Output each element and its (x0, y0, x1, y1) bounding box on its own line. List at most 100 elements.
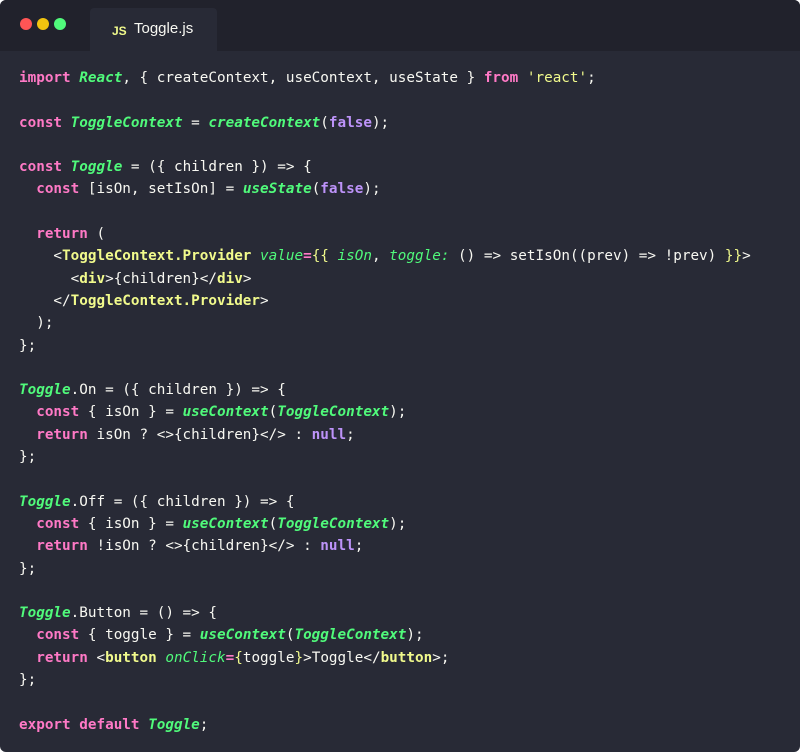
code-token: useContext (182, 515, 269, 532)
code-line: const Toggle = ({ children }) => { (19, 156, 800, 178)
code-line: return !isOn ? <>{children}</> : null; (19, 535, 800, 557)
code-line: }; (19, 335, 800, 357)
code-token: ToggleContext (277, 515, 390, 532)
code-token: false (328, 114, 372, 131)
code-line: ​ (19, 89, 800, 111)
code-editor[interactable]: import React, { createContext, useContex… (19, 67, 800, 736)
code-token: ( (268, 404, 278, 421)
code-line: ); (19, 312, 800, 334)
code-token: ; (199, 716, 209, 733)
code-line: Toggle.Off = ({ children }) => { (19, 491, 800, 513)
maximize-window-button[interactable] (54, 18, 66, 30)
code-token: >{children}</ (105, 270, 217, 287)
code-token: const (36, 627, 88, 644)
code-token: ToggleContext (277, 404, 390, 421)
code-line: const { toggle } = useContext(ToggleCont… (19, 624, 800, 646)
code-token: div (217, 270, 243, 287)
code-token: return (36, 226, 97, 243)
code-token: ToggleContext.Provider (62, 248, 252, 265)
code-token: ); (389, 515, 407, 532)
code-token: ToggleContext (294, 627, 407, 644)
code-line: </ToggleContext.Provider> (19, 290, 800, 312)
code-token: = ({ children }) => { (122, 159, 312, 176)
code-token: false (320, 181, 364, 198)
code-token: const (19, 159, 71, 176)
code-token: value (260, 248, 304, 265)
code-token: { (234, 649, 243, 666)
code-token: = (303, 248, 312, 265)
code-token: .Button = () => { (70, 605, 217, 622)
code-token: , (371, 248, 390, 265)
code-token: >; (432, 649, 450, 666)
code-token: ; (354, 538, 364, 555)
code-token: }; (19, 560, 37, 577)
code-line: const { isOn } = useContext(ToggleContex… (19, 401, 800, 423)
file-tab[interactable]: JS Toggle.js (90, 8, 217, 51)
code-token: isOn (337, 248, 372, 265)
code-token: null (320, 538, 355, 555)
minimize-window-button[interactable] (37, 18, 49, 30)
code-token: }} (724, 248, 743, 265)
code-token: useContext (199, 627, 286, 644)
code-token: .Off = ({ children }) => { (70, 493, 295, 510)
code-token: Toggle (148, 716, 200, 733)
code-token: ( (268, 515, 278, 532)
code-token: { isOn } = (87, 404, 183, 421)
code-token: toggle: (389, 248, 450, 265)
code-token: null (311, 426, 347, 443)
code-line: }; (19, 558, 800, 580)
close-window-button[interactable] (20, 18, 32, 30)
code-token: toggle (242, 649, 295, 666)
code-token: () => setIsOn((prev) => !prev) (449, 248, 725, 265)
code-line: const ToggleContext = createContext(fals… (19, 112, 800, 134)
code-line: <ToggleContext.Provider value={{ isOn, t… (19, 245, 800, 267)
code-token: 'react' (526, 70, 588, 86)
code-token: > (742, 248, 751, 265)
code-token: import (19, 70, 80, 86)
code-token: default (79, 716, 149, 733)
code-window: JS Toggle.js import React, { createConte… (0, 0, 800, 752)
code-token: ( (96, 226, 106, 243)
code-token: }; (19, 672, 37, 689)
code-line: return <button onClick={toggle}>Toggle</… (19, 647, 800, 669)
code-line: const [isOn, setIsOn] = useState(false); (19, 178, 800, 200)
code-token: ToggleContext.Provider (70, 292, 261, 309)
code-token: button (380, 649, 433, 666)
code-token: const (36, 181, 88, 198)
code-token: isOn ? <>{children}</> : (96, 426, 312, 443)
code-token: const (19, 114, 71, 131)
code-line: }; (19, 446, 800, 468)
code-line: const { isOn } = useContext(ToggleContex… (19, 513, 800, 535)
code-token: return (36, 426, 97, 443)
code-token: Toggle (70, 159, 123, 176)
code-token: useContext (182, 404, 269, 421)
code-token: ToggleContext (70, 114, 183, 131)
code-token: onClick (165, 649, 226, 666)
code-token: } (294, 649, 304, 666)
code-token: Toggle (19, 493, 71, 510)
code-token: ); (371, 114, 390, 131)
code-token: ); (19, 315, 54, 332)
code-line: }; (19, 669, 800, 691)
code-token: < (96, 649, 106, 666)
title-bar: JS Toggle.js (0, 0, 800, 51)
code-token: {{ (311, 248, 338, 265)
code-token: Toggle (19, 605, 71, 622)
code-token: = (182, 114, 209, 131)
code-line: ​ (19, 580, 800, 602)
code-token: useState (242, 181, 312, 198)
code-token: }; (19, 449, 37, 466)
javascript-file-icon: JS (112, 24, 127, 38)
code-token: }; (19, 337, 37, 354)
code-token: </ (19, 292, 71, 309)
code-token: ( (311, 181, 321, 198)
code-line: Toggle.On = ({ children }) => { (19, 379, 800, 401)
code-line: import React, { createContext, useContex… (19, 67, 800, 89)
code-line: export default Toggle; (19, 714, 800, 736)
code-token: ; (346, 426, 355, 443)
